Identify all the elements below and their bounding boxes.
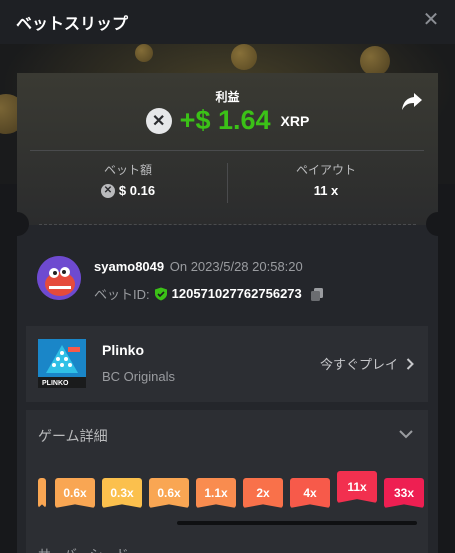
multiplier-bucket: 4x (290, 478, 330, 508)
dashed-separator (39, 224, 416, 225)
verified-shield-icon (154, 287, 167, 300)
bet-date: On 2023/5/28 20:58:20 (169, 259, 303, 274)
coin-decoration (360, 46, 390, 76)
thumb-label: PLINKO (42, 380, 69, 387)
profit-amount: +$ 1.64 (179, 105, 271, 135)
game-details-card: ゲーム詳細 0.6x0.3x0.6x1.1x2x4x11x33x サーバーシード (26, 410, 428, 553)
profit-section: 利益 ✕ +$ 1.64 XRP ベット額 ✕ $ 0.16 ペイアウト 11 … (17, 73, 438, 225)
xrp-icon: ✕ (100, 183, 115, 198)
game-details-title[interactable]: ゲーム詳細 (38, 426, 108, 446)
profit-currency: XRP (280, 112, 310, 129)
game-thumbnail[interactable]: PLINKO (38, 339, 86, 388)
xrp-icon: ✕ (145, 107, 172, 134)
user-row: syamo8049 On 2023/5/28 20:58:20 ベットID: 1… (37, 256, 427, 302)
header: ベットスリップ ✕ (0, 0, 455, 44)
multiplier-bucket-partial (38, 478, 46, 508)
bet-amount-label: ベット額 (103, 163, 152, 177)
play-now-label: 今すぐプレイ (319, 357, 398, 372)
payout-stat: ペイアウト 11 x (231, 161, 421, 198)
server-seed-label: サーバーシード (38, 544, 129, 553)
coin-decoration (231, 44, 257, 70)
multiplier-row[interactable]: 0.6x 0.3x 0.6x 1.1x 2x 4x 11x 33x (26, 471, 428, 522)
game-provider: BC Originals (102, 369, 175, 384)
username-line: syamo8049 On 2023/5/28 20:58:20 (94, 259, 303, 274)
multiplier-bucket: 2x (243, 478, 283, 508)
username[interactable]: syamo8049 (94, 259, 164, 274)
bet-amount-stat: ベット額 ✕ $ 0.16 (33, 161, 223, 198)
bet-amount-value-row: ✕ $ 0.16 (33, 183, 223, 198)
horizontal-scrollbar[interactable] (177, 521, 417, 525)
payout-label: ペイアウト (295, 163, 356, 177)
bet-amount-value: $ 0.16 (118, 183, 156, 198)
game-card[interactable]: PLINKO Plinko BC Originals 今すぐプレイ (26, 326, 428, 402)
chevron-right-icon (406, 357, 414, 370)
share-icon[interactable] (400, 89, 424, 113)
page-title: ベットスリップ (16, 16, 129, 33)
avatar-image (37, 256, 81, 300)
divider (30, 150, 424, 151)
game-name: Plinko (102, 342, 145, 358)
multiplier-bucket: 11x (337, 471, 377, 503)
plinko-thumbnail-image: PLINKO (38, 339, 86, 388)
copy-icon[interactable] (310, 287, 324, 301)
multiplier-bucket: 0.3x (102, 478, 142, 508)
profit-label: 利益 (215, 90, 240, 104)
multiplier-bucket: 0.6x (149, 478, 189, 508)
chevron-down-icon[interactable] (398, 426, 414, 442)
avatar[interactable] (37, 256, 81, 300)
bet-slip-card: 利益 ✕ +$ 1.64 XRP ベット額 ✕ $ 0.16 ペイアウト 11 … (17, 73, 438, 553)
bet-id-row: ベットID: 120571027762756273 (94, 284, 324, 303)
bet-id-value: 120571027762756273 (171, 286, 302, 301)
multiplier-bucket: 33x (384, 478, 424, 508)
coin-decoration (135, 44, 153, 62)
play-now-button[interactable]: 今すぐプレイ (320, 354, 414, 373)
profit-row: ✕ +$ 1.64 XRP (17, 105, 438, 136)
multiplier-bucket: 1.1x (196, 478, 236, 508)
payout-value: 11 x (313, 183, 339, 198)
close-icon[interactable]: ✕ (421, 10, 441, 30)
divider (227, 163, 228, 203)
bet-id-label: ベットID: (94, 287, 150, 302)
multiplier-bucket: 0.6x (55, 478, 95, 508)
ticket-notch (426, 212, 438, 236)
